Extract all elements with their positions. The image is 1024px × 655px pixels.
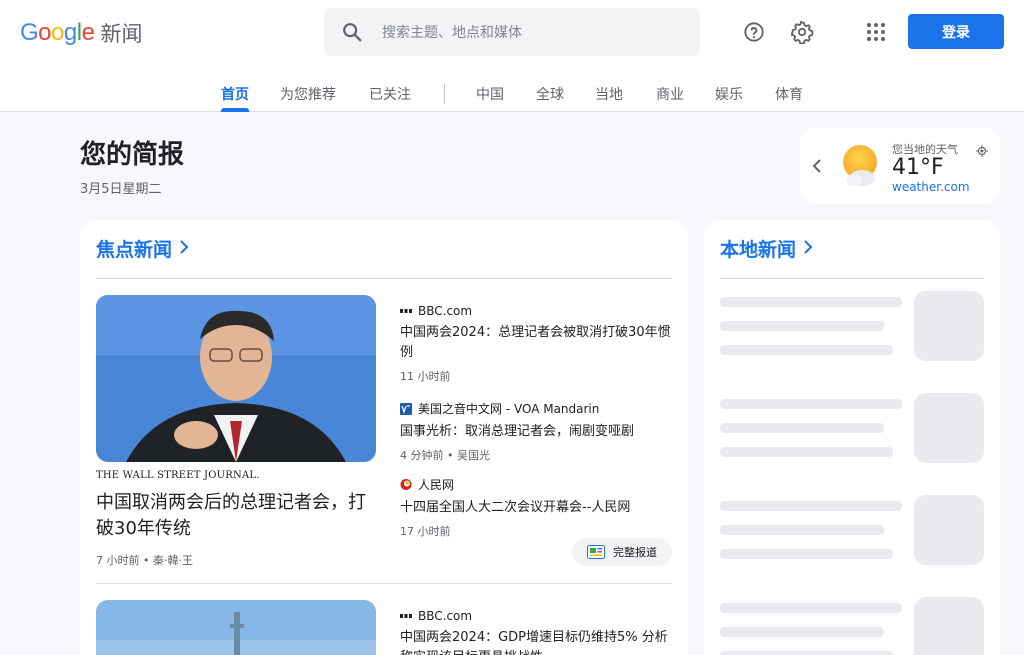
tab-for-you[interactable]: 为您推荐 <box>280 84 336 104</box>
story-item: BBC.com 中国两会2024：总理记者会被取消打破30年惯例 11 小时前 <box>400 304 672 384</box>
briefing-title: 您的简报 <box>80 140 185 170</box>
divider <box>96 583 672 584</box>
story-photo[interactable] <box>96 600 376 655</box>
story-headline[interactable]: 十四届全国人大二次会议开幕会--人民网 <box>400 498 672 518</box>
briefing-date: 3月5日星期二 <box>80 182 162 197</box>
logo-suffix: 新闻 <box>100 22 143 46</box>
top-stories-card: 焦点新闻 THE WALL STREET JOURNAL. 中国取消两会后的总理… <box>80 220 688 655</box>
story-headline[interactable]: 国事光析：取消总理记者会，闹剧变哑剧 <box>400 422 672 442</box>
signin-button[interactable]: 登录 <box>908 14 1004 49</box>
top-stories-heading[interactable]: 焦点新闻 <box>96 235 190 262</box>
story-source: 人民网 <box>400 476 672 493</box>
help-icon[interactable] <box>738 16 770 48</box>
full-coverage-button[interactable]: 完整报道 <box>572 538 672 566</box>
bbc-logo-icon <box>400 610 412 622</box>
chevron-right-icon <box>178 238 190 260</box>
loading-placeholder-line <box>720 297 902 307</box>
full-coverage-icon <box>587 545 605 559</box>
search-placeholder[interactable]: 搜索主题、地点和媒体 <box>382 22 522 42</box>
tab-divider <box>444 84 445 104</box>
settings-gear-icon[interactable] <box>786 16 818 48</box>
loading-placeholder-thumb <box>914 393 984 463</box>
story-source: BBC.com <box>400 609 672 623</box>
story-source: BBC.com <box>400 304 672 318</box>
tab-following[interactable]: 已关注 <box>369 84 411 104</box>
tab-world[interactable]: 全球 <box>536 84 564 104</box>
loading-placeholder-line <box>720 399 902 409</box>
full-coverage-label: 完整报道 <box>613 546 657 559</box>
source-name[interactable]: 人民网 <box>418 476 454 493</box>
story-item: BBC.com 中国两会2024：GDP增速目标仍维持5% 分析称实现该目标更具… <box>400 609 672 655</box>
source-name[interactable]: BBC.com <box>418 609 472 623</box>
loading-placeholder-line <box>720 447 893 457</box>
weather-temperature: 41°F <box>892 155 944 180</box>
google-wordmark: Google <box>20 19 95 46</box>
hero-meta: 7 小时前 • 秦·韓·王 <box>96 554 193 567</box>
loading-placeholder-line <box>720 345 893 355</box>
divider <box>720 278 984 279</box>
hero-headline[interactable]: 中国取消两会后的总理记者会，打破30年传统 <box>96 490 376 542</box>
section-tabs: 首页 为您推荐 已关注 中国 全球 当地 商业 娱乐 体育 <box>0 80 1024 112</box>
people-daily-logo-icon <box>400 478 412 491</box>
tab-local[interactable]: 当地 <box>595 84 623 104</box>
search-box[interactable]: 搜索主题、地点和媒体 <box>324 8 700 56</box>
local-news-heading-label: 本地新闻 <box>720 239 797 261</box>
story-item: 美国之音中文网 - VOA Mandarin 国事光析：取消总理记者会，闹剧变哑… <box>400 400 672 463</box>
story-item: 人民网 十四届全国人大二次会议开幕会--人民网 17 小时前 <box>400 476 672 539</box>
loading-placeholder-line <box>720 549 893 559</box>
story-headline[interactable]: 中国两会2024：GDP增速目标仍维持5% 分析称实现该目标更具挑战性 <box>400 628 672 655</box>
hero-photo[interactable] <box>96 295 376 462</box>
story-meta: 11 小时前 <box>400 370 451 383</box>
tab-sports[interactable]: 体育 <box>775 84 803 104</box>
search-icon[interactable] <box>324 21 380 43</box>
loading-placeholder-thumb <box>914 291 984 361</box>
story-headline[interactable]: 中国两会2024：总理记者会被取消打破30年惯例 <box>400 323 672 363</box>
chevron-right-icon <box>802 238 814 260</box>
loading-placeholder-line <box>720 501 902 511</box>
weather-source-link[interactable]: weather.com <box>892 180 970 194</box>
source-name[interactable]: 美国之音中文网 - VOA Mandarin <box>418 400 599 417</box>
top-bar: Google 新闻 搜索主题、地点和媒体 登录 首页 为您推荐 已关注 中国 全… <box>0 0 1024 112</box>
local-news-heading[interactable]: 本地新闻 <box>720 235 814 262</box>
story-meta: 4 分钟前 • 吴国光 <box>400 449 490 462</box>
bbc-logo-icon <box>400 305 412 317</box>
loading-placeholder-thumb <box>914 495 984 565</box>
loading-placeholder-line <box>720 321 884 331</box>
apps-grid-icon[interactable] <box>860 16 892 48</box>
sun-cloud-icon <box>840 142 880 194</box>
loading-placeholder-line <box>720 423 884 433</box>
tab-china[interactable]: 中国 <box>476 84 504 104</box>
loading-placeholder-line <box>720 525 884 535</box>
loading-placeholder-thumb <box>914 597 984 655</box>
loading-placeholder-line <box>720 627 884 637</box>
weather-widget[interactable]: 您当地的天气 41°F weather.com <box>800 128 1000 204</box>
story-meta: 17 小时前 <box>400 525 451 538</box>
active-tab-indicator <box>221 108 249 112</box>
voa-logo-icon <box>400 402 412 415</box>
story-source: 美国之音中文网 - VOA Mandarin <box>400 400 672 417</box>
local-news-card: 本地新闻 <box>704 220 1000 655</box>
tab-entertainment[interactable]: 娱乐 <box>715 84 743 104</box>
google-news-logo[interactable]: Google 新闻 <box>20 18 142 48</box>
tab-home[interactable]: 首页 <box>221 84 249 104</box>
location-icon[interactable] <box>976 142 988 161</box>
loading-placeholder-line <box>720 651 893 655</box>
publisher-wordmark: THE WALL STREET JOURNAL. <box>96 470 260 481</box>
divider <box>96 278 672 279</box>
loading-placeholder-line <box>720 603 902 613</box>
top-stories-heading-label: 焦点新闻 <box>96 239 173 261</box>
source-name[interactable]: BBC.com <box>418 304 472 318</box>
tab-business[interactable]: 商业 <box>656 84 684 104</box>
chevron-left-icon[interactable] <box>810 156 824 180</box>
